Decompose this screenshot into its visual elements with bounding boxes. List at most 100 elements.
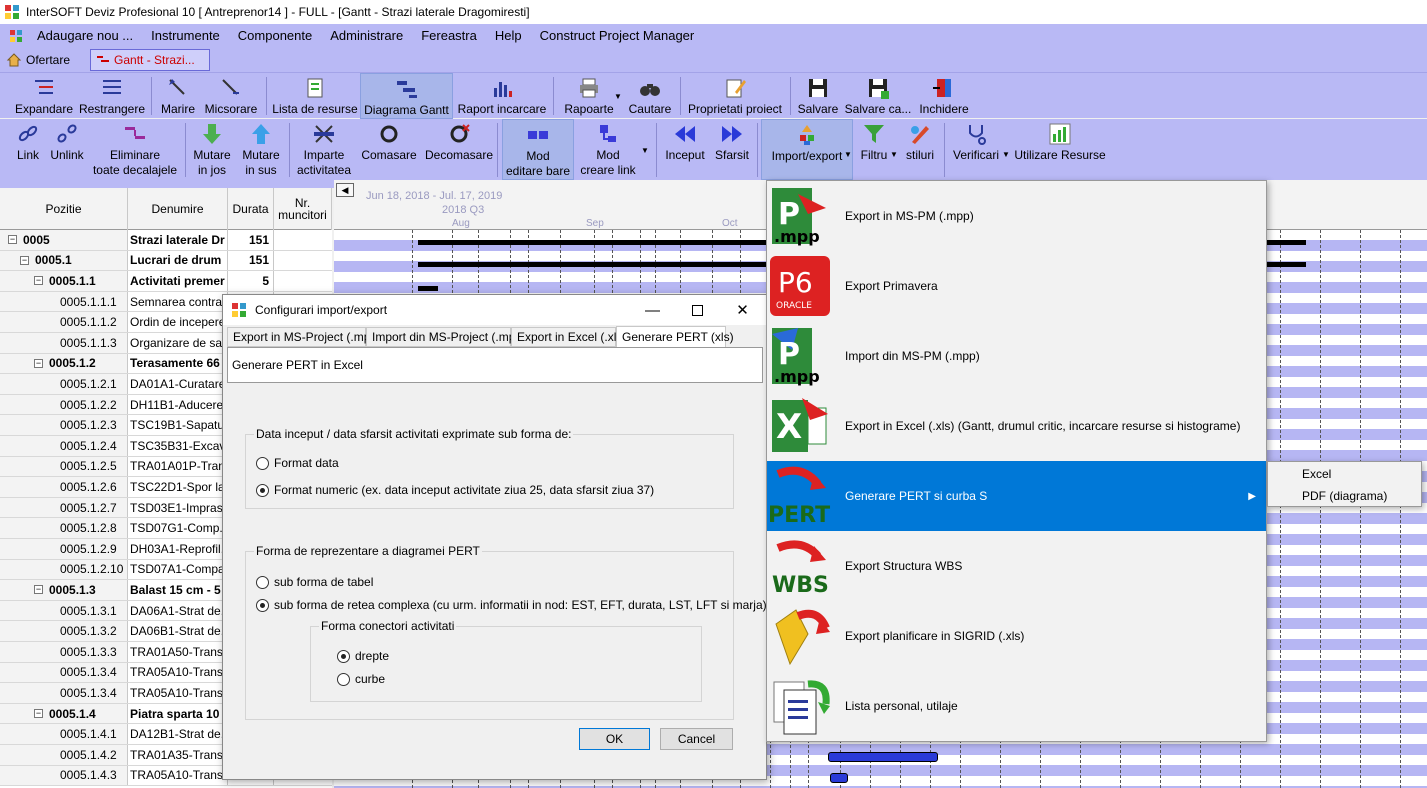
menu-item-personnel-list[interactable]: Lista personal, utilaje bbox=[767, 671, 1266, 741]
import-export-config-dialog: Configurari import/export — ✕ Export in … bbox=[222, 294, 767, 780]
tab-export-ms-project[interactable]: Export in MS-Project (.mpp) bbox=[227, 327, 381, 347]
menu-item-label: Export in MS-PM (.mpp) bbox=[845, 209, 974, 223]
tab-generare-pert[interactable]: Generare PERT (xls) bbox=[616, 326, 734, 348]
collapse-toggle-icon[interactable]: − bbox=[20, 255, 29, 265]
mdi-app-icon[interactable] bbox=[8, 28, 24, 44]
col-header-durata[interactable]: Durata bbox=[228, 188, 274, 230]
cell-pozitie: 0005.1.4.3 bbox=[0, 765, 128, 786]
unlink-button[interactable]: Unlink bbox=[46, 119, 88, 163]
radio-straight-connectors[interactable]: drepte bbox=[337, 649, 389, 663]
checks-button[interactable]: Verificari bbox=[948, 119, 1004, 163]
menu-construct-pm[interactable]: Construct Project Manager bbox=[531, 25, 704, 47]
filter-button[interactable]: Filtru bbox=[856, 119, 892, 163]
table-row[interactable]: −0005 Strazi laterale Dr 151 bbox=[0, 230, 332, 251]
collapse-button[interactable]: Restrangere bbox=[78, 73, 146, 117]
menu-instrumente[interactable]: Instrumente bbox=[142, 25, 229, 47]
menu-administrare[interactable]: Administrare bbox=[321, 25, 412, 47]
cell-denumire: Terasamente 66 bbox=[128, 353, 228, 374]
split-activity-button[interactable]: Imparte activitatea bbox=[294, 119, 354, 178]
expand-button[interactable]: Expandare bbox=[12, 73, 76, 117]
collapse-toggle-icon[interactable]: − bbox=[34, 585, 43, 595]
cell-pozitie: 0005.1.2.4 bbox=[0, 436, 128, 456]
load-report-button[interactable]: Raport incarcare bbox=[456, 73, 548, 117]
close-project-button[interactable]: Inchidere bbox=[915, 73, 973, 117]
unmerge-button[interactable]: Decomasare bbox=[424, 119, 494, 163]
timeline-date-range: Jun 18, 2018 - Jul. 17, 2019 bbox=[366, 190, 503, 202]
menu-item-mpp-export[interactable]: .mpp P Export in MS-PM (.mpp) bbox=[767, 181, 1266, 251]
reports-dropdown-arrow[interactable]: ▼ bbox=[614, 89, 622, 104]
tab-gantt[interactable]: Gantt - Strazi... bbox=[90, 49, 211, 71]
gantt-summary-bar[interactable] bbox=[418, 286, 438, 291]
gantt-summary-bar[interactable] bbox=[418, 240, 766, 245]
dialog-maximize-button[interactable] bbox=[675, 295, 720, 325]
tab-export-excel[interactable]: Export in Excel (.xls) bbox=[511, 327, 626, 347]
resource-list-button[interactable]: Lista de resurse bbox=[272, 73, 358, 117]
radio-network-form[interactable]: sub forma de retea complexa (cu urm. inf… bbox=[256, 598, 767, 612]
menu-item-wbs[interactable]: WBS Export Structura WBS bbox=[767, 531, 1266, 601]
gantt-task-bar[interactable] bbox=[828, 752, 938, 762]
filter-icon bbox=[864, 125, 884, 143]
tab-import-ms-project[interactable]: Import din MS-Project (.mpp) bbox=[366, 327, 526, 347]
import-export-dropdown-arrow[interactable]: ▼ bbox=[844, 147, 852, 162]
submenu-item-pdf[interactable]: PDF (diagrama) bbox=[1268, 485, 1421, 507]
menu-item-mpp-import[interactable]: .mpp P Import din MS-PM (.mpp) bbox=[767, 321, 1266, 391]
gantt-summary-bar[interactable] bbox=[418, 262, 766, 267]
radio-format-data[interactable]: Format data bbox=[256, 456, 339, 470]
col-header-denumire[interactable]: Denumire bbox=[128, 188, 228, 230]
collapse-toggle-icon[interactable]: − bbox=[34, 709, 43, 719]
zoom-out-button[interactable]: Micsorare bbox=[201, 73, 261, 117]
radio-curved-connectors[interactable]: curbe bbox=[337, 672, 385, 686]
bar-edit-mode-button[interactable]: Mod editare bare bbox=[502, 119, 574, 180]
radio-format-numeric[interactable]: Format numeric (ex. data inceput activit… bbox=[256, 483, 654, 497]
ok-button[interactable]: OK bbox=[579, 728, 650, 750]
menu-item-excel[interactable]: X Export in Excel (.xls) (Gantt, drumul c… bbox=[767, 391, 1266, 461]
tab-ofertare[interactable]: Ofertare bbox=[0, 49, 76, 71]
dialog-minimize-button[interactable]: — bbox=[630, 295, 675, 325]
radio-table-form[interactable]: sub forma de tabel bbox=[256, 575, 373, 589]
menu-fereastra[interactable]: Fereastra bbox=[412, 25, 486, 47]
styles-button[interactable]: stiluri bbox=[900, 119, 940, 163]
collapse-toggle-icon[interactable]: − bbox=[34, 276, 43, 286]
reports-button[interactable]: Rapoarte bbox=[558, 73, 620, 117]
cell-pozitie-text: 0005.1.2.5 bbox=[60, 459, 117, 474]
save-button[interactable]: Salvare bbox=[795, 73, 841, 117]
link-create-mode-button[interactable]: Mod creare link bbox=[578, 119, 638, 178]
search-button[interactable]: Cautare bbox=[624, 73, 676, 117]
col-header-pozitie[interactable]: Pozitie bbox=[0, 188, 128, 230]
remove-lags-button[interactable]: Eliminare toate decalajele bbox=[90, 119, 180, 178]
gantt-diagram-button[interactable]: Diagrama Gantt bbox=[360, 73, 453, 119]
table-row[interactable]: −0005.1.1 Activitati premer 5 bbox=[0, 271, 332, 292]
dialog-close-button[interactable]: ✕ bbox=[720, 295, 765, 325]
submenu-item-excel[interactable]: Excel bbox=[1268, 463, 1421, 485]
move-up-button[interactable]: Mutare in sus bbox=[238, 119, 284, 178]
gantt-task-bar[interactable] bbox=[830, 773, 848, 783]
table-row[interactable]: −0005.1 Lucrari de drum 151 bbox=[0, 250, 332, 272]
menu-componente[interactable]: Componente bbox=[229, 25, 321, 47]
checks-dropdown-arrow[interactable]: ▼ bbox=[1002, 147, 1010, 162]
import-export-button[interactable]: Import/export bbox=[761, 119, 853, 180]
link-button[interactable]: Link bbox=[12, 119, 44, 163]
menu-help[interactable]: Help bbox=[486, 25, 531, 47]
move-down-button[interactable]: Mutare in jos bbox=[190, 119, 234, 178]
merge-button[interactable]: Comasare bbox=[358, 119, 420, 163]
link-mode-dropdown-arrow[interactable]: ▼ bbox=[640, 143, 650, 158]
gantt-summary-bar[interactable] bbox=[1266, 262, 1306, 267]
col-header-nr-muncitori[interactable]: Nr. muncitori bbox=[274, 188, 332, 230]
cell-denumire: DA01A1-Curatare... bbox=[128, 374, 228, 394]
collapse-toggle-icon[interactable]: − bbox=[8, 235, 17, 245]
menu-item-pert[interactable]: PERT Generare PERT si curba S ▶ bbox=[767, 461, 1266, 531]
go-end-button[interactable]: Sfarsit bbox=[711, 119, 753, 163]
cancel-button[interactable]: Cancel bbox=[660, 728, 733, 750]
go-start-button[interactable]: Inceput bbox=[661, 119, 709, 163]
save-as-button[interactable]: Salvare ca... bbox=[845, 73, 911, 117]
zoom-in-button[interactable]: Marire bbox=[157, 73, 199, 117]
project-properties-button[interactable]: Proprietati proiect bbox=[685, 73, 785, 117]
menu-adaugare[interactable]: Adaugare nou ... bbox=[28, 25, 142, 47]
menu-item-primavera-p6[interactable]: P6 ORACLE Export Primavera bbox=[767, 251, 1266, 321]
resource-usage-button[interactable]: Utilizare Resurse bbox=[1012, 119, 1108, 163]
filter-dropdown-arrow[interactable]: ▼ bbox=[890, 147, 898, 162]
timeline-scroll-left-button[interactable]: ◀ bbox=[336, 183, 354, 197]
gantt-summary-bar[interactable] bbox=[1266, 240, 1306, 245]
collapse-toggle-icon[interactable]: − bbox=[34, 358, 43, 368]
menu-item-sigrid[interactable]: Export planificare in SIGRID (.xls) bbox=[767, 601, 1266, 671]
